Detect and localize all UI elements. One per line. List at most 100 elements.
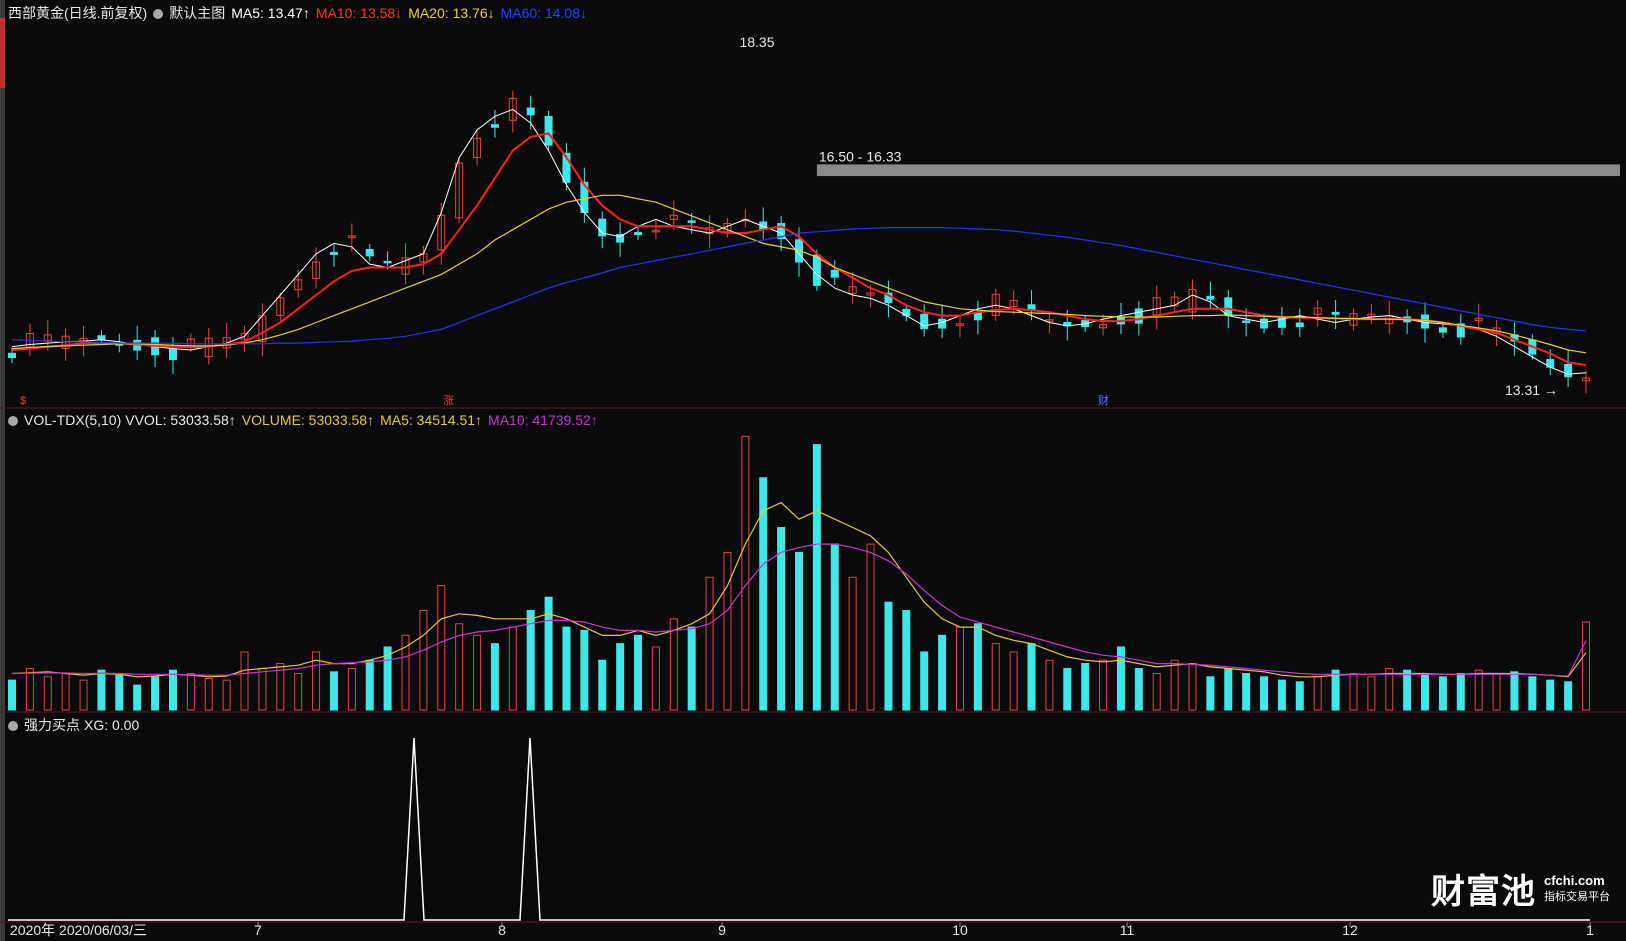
volume-bar <box>1438 676 1447 711</box>
vol-ma5-value: MA5: 34514.51↑ <box>380 412 483 428</box>
volume-bar <box>43 676 52 711</box>
buy-signal-line <box>8 737 1590 921</box>
logo-tagline: 指标交易平台 <box>1544 890 1610 903</box>
logo-main-text: 财富池 <box>1431 872 1536 912</box>
event-marker: 财 <box>1098 393 1109 407</box>
vol-indicator-name[interactable]: VOL-TDX(5,10) <box>24 412 121 428</box>
volume-bar <box>1170 659 1179 711</box>
volume-bar <box>973 623 982 711</box>
signal-indicator-name[interactable]: 强力买点 <box>24 717 80 733</box>
cfchi-logo: 财富池 cfchi.com 指标交易平台 <box>1431 864 1610 913</box>
volume-bar <box>151 676 160 711</box>
volume-bar <box>258 668 267 711</box>
stock-chart-svg[interactable]: 18.35 16.50 - 16.33 13.31 → $ 涨 财 2020年 2020/0… <box>0 0 1626 941</box>
chart-stage: 18.35 16.50 - 16.33 13.31 → $ 涨 财 2020年 2020/0… <box>0 0 1626 941</box>
volume-bar <box>204 677 213 711</box>
candle-body <box>544 115 553 146</box>
volume-bar <box>1510 671 1519 711</box>
volume-bar <box>1474 669 1483 711</box>
volume-bar <box>1081 663 1090 711</box>
stock-name[interactable]: 西部黄金(日线.前复权) <box>8 5 147 21</box>
volume-bar <box>437 585 446 711</box>
volume-bar <box>168 669 177 711</box>
volume-bar <box>1367 676 1376 711</box>
volume-bar <box>1313 676 1322 711</box>
zone-price-label: 16.50 - 16.33 <box>819 148 902 164</box>
candle-body <box>1134 308 1143 324</box>
volume-bar <box>991 643 1000 711</box>
volume-bar <box>1403 669 1412 711</box>
candle-body <box>1438 327 1447 333</box>
volume-bar <box>1242 673 1251 711</box>
candle-body <box>329 251 338 255</box>
xg-value: XG: 0.00 <box>84 717 140 733</box>
x-axis-month-label: 7 <box>254 922 262 938</box>
volume-bar <box>1027 643 1036 711</box>
main-panel-header: 西部黄金(日线.前复权) 默认主图 MA5: 13.47↑ MA10: 13.58↓ M… <box>8 4 593 22</box>
volume-bar <box>1134 668 1143 711</box>
volume-panel-header: VOL-TDX(5,10) VVOL: 53033.58↑ VOLUME: 5303… <box>8 411 604 429</box>
volume-bar <box>848 576 857 711</box>
volume-bar <box>1152 673 1161 711</box>
candle-body <box>383 260 392 264</box>
volume-bar <box>1546 679 1555 711</box>
candle-body <box>490 124 499 128</box>
candle-body <box>1224 297 1233 317</box>
volume-bar <box>240 651 249 711</box>
template-name[interactable]: 默认主图 <box>169 5 225 21</box>
ma10-value: MA10: 13.58↓ <box>315 5 403 21</box>
volume-bar <box>938 634 947 711</box>
volume-bar <box>955 626 964 711</box>
volume-bar <box>365 659 374 711</box>
candle-body <box>526 107 535 116</box>
volume-bar <box>115 674 124 711</box>
volume-bar <box>508 626 517 711</box>
candle-body <box>687 220 696 223</box>
volume-bar <box>1582 621 1590 711</box>
candles-group <box>8 90 1590 394</box>
volume-bar <box>133 684 142 711</box>
settings-circle-icon[interactable] <box>8 721 18 731</box>
volume-bar <box>526 609 535 711</box>
candle-body <box>365 249 374 257</box>
volume-bar <box>920 651 929 711</box>
volume-bar <box>1349 673 1358 711</box>
volume-bar <box>884 601 893 711</box>
volume-bar <box>1456 673 1465 711</box>
volume-bar <box>1295 681 1304 711</box>
candle-body <box>1295 322 1304 328</box>
vvol-value: VVOL: 53033.58↑ <box>125 412 236 428</box>
candle-body <box>1564 364 1573 378</box>
vol-ma10-value: MA10: 41739.52↑ <box>488 412 598 428</box>
candle-body <box>938 318 947 329</box>
candle-body <box>973 312 982 321</box>
ma60-value: MA60: 14.08↓ <box>500 5 587 21</box>
low-price-label: 13.31 → <box>1505 382 1558 398</box>
candle-body <box>830 269 839 278</box>
volume-bar <box>723 551 732 711</box>
volume-bar <box>830 543 839 711</box>
event-marker: 涨 <box>443 394 454 407</box>
volume-bar <box>186 673 195 711</box>
volume-bar <box>1492 673 1501 711</box>
volume-bar <box>580 629 589 711</box>
volume-bar <box>1564 681 1573 711</box>
volume-value: VOLUME: 53033.58↑ <box>241 412 375 428</box>
settings-circle-icon[interactable] <box>8 416 18 426</box>
ma5-value: MA5: 13.47↑ <box>231 5 310 21</box>
settings-circle-icon[interactable] <box>153 9 164 19</box>
candle-body <box>812 254 821 286</box>
volume-bar <box>79 679 88 711</box>
volume-bar <box>1206 676 1215 711</box>
volume-bar <box>1045 659 1054 711</box>
logo-url: cfchi.com <box>1544 872 1605 888</box>
volume-bar <box>25 668 34 711</box>
volume-bar <box>1188 663 1197 711</box>
volume-bar <box>777 527 786 711</box>
volume-bar <box>1260 676 1269 711</box>
candle-body <box>97 335 106 341</box>
volume-bar <box>634 634 643 711</box>
signal-panel-header: 强力买点 XG: 0.00 <box>8 716 145 734</box>
candle-body <box>168 348 177 361</box>
event-marker: $ <box>20 395 26 407</box>
